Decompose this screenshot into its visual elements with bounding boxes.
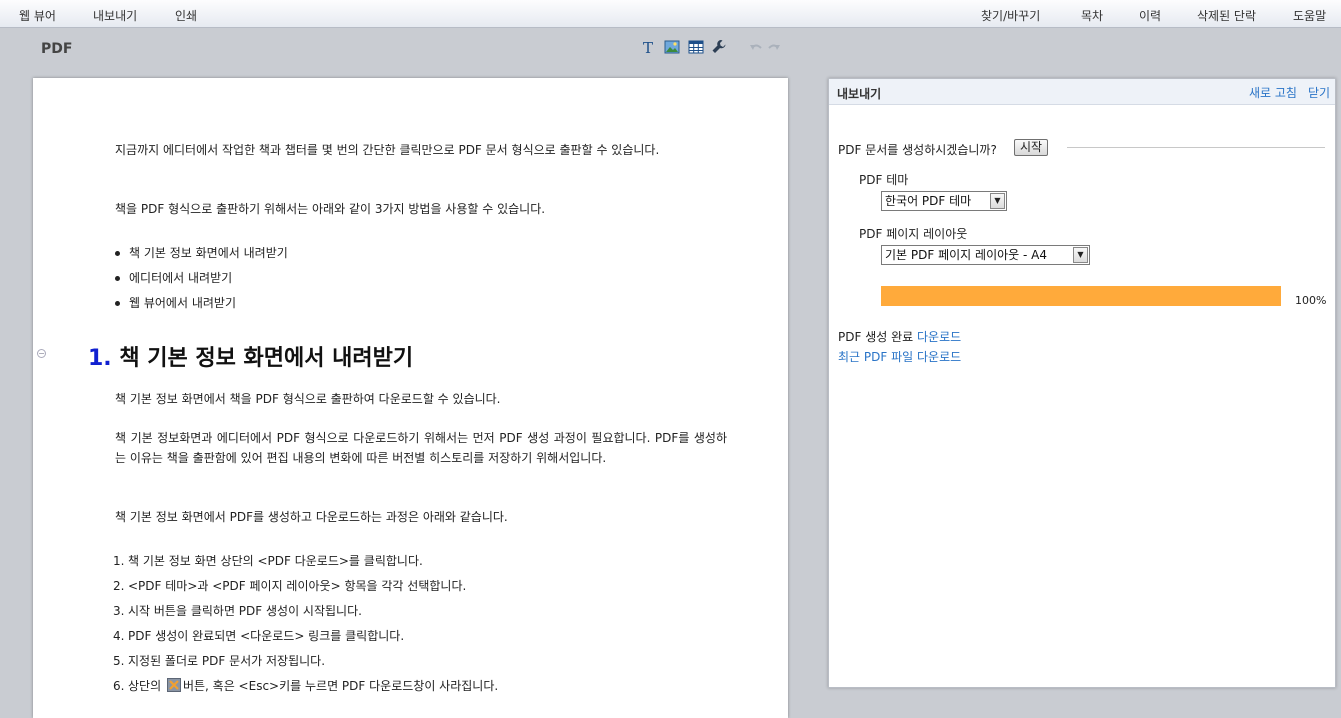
export-panel: 내보내기 새로 고침 닫기 PDF 문서를 생성하시겠습니까? 시작 PDF 테… [828, 78, 1336, 688]
table-icon[interactable] [688, 39, 704, 55]
intro-paragraph[interactable]: 지금까지 에디터에서 작업한 책과 챕터를 몇 번의 간단한 클릭만으로 PDF… [115, 140, 727, 160]
menu-web-viewer[interactable]: 웹 뷰어 [19, 7, 56, 24]
section-paragraph-1[interactable]: 책 기본 정보 화면에서 책을 PDF 형식으로 출판하여 다운로드할 수 있습… [115, 389, 727, 409]
list-item[interactable]: 5. 지정된 폴더로 PDF 문서가 저장됩니다. [113, 651, 733, 676]
redo-icon[interactable] [766, 39, 782, 55]
menu-find-replace[interactable]: 찾기/바꾸기 [981, 7, 1040, 24]
refresh-link[interactable]: 새로 고침 [1249, 84, 1297, 101]
image-icon[interactable] [664, 39, 680, 55]
menu-bar: 웹 뷰어 내보내기 인쇄 찾기/바꾸기 목차 이력 삭제된 단락 도움말 [0, 0, 1341, 28]
list-item[interactable]: 웹 뷰어에서 내려받기 [115, 293, 727, 318]
list-item[interactable]: 에디터에서 내려받기 [115, 268, 727, 293]
generation-done-text: PDF 생성 완료 [838, 330, 914, 344]
text-icon[interactable]: T [641, 39, 657, 57]
chevron-down-icon: ▼ [1073, 247, 1088, 263]
toolbar: PDF T [0, 29, 1341, 73]
export-panel-title: 내보내기 [837, 87, 882, 101]
menu-print[interactable]: 인쇄 [175, 7, 197, 24]
list-item[interactable]: 1. 책 기본 정보 화면 상단의 <PDF 다운로드>를 클릭합니다. [113, 551, 733, 576]
progress-percent: 100% [1295, 294, 1327, 307]
close-link[interactable]: 닫기 [1308, 84, 1330, 101]
chevron-down-icon: ▼ [990, 193, 1005, 209]
undo-icon[interactable] [748, 39, 764, 55]
collapse-toggle-icon[interactable]: − [37, 349, 46, 358]
download-link[interactable]: 다운로드 [917, 330, 961, 344]
menu-help[interactable]: 도움말 [1293, 7, 1326, 24]
steps-list: 1. 책 기본 정보 화면 상단의 <PDF 다운로드>를 클릭합니다. 2. <P… [113, 551, 733, 701]
section-heading[interactable]: 1. 책 기본 정보 화면에서 내려받기 [88, 340, 413, 372]
close-button-icon [166, 678, 181, 698]
list-item[interactable]: 6. 상단의 버튼, 혹은 <Esc>키를 누르면 PDF 다운로드창이 사라집니… [113, 676, 733, 701]
generation-status: PDF 생성 완료 다운로드 [838, 328, 961, 345]
menu-deleted-paragraphs[interactable]: 삭제된 단락 [1197, 7, 1256, 24]
section-paragraph-2[interactable]: 책 기본 정보화면과 에디터에서 PDF 형식으로 다운로드하기 위해서는 먼저… [115, 428, 727, 468]
svg-text:T: T [643, 39, 653, 55]
methods-list: 책 기본 정보 화면에서 내려받기 에디터에서 내려받기 웹 뷰어에서 내려받기 [115, 243, 727, 318]
document-page: 지금까지 에디터에서 작업한 책과 챕터를 몇 번의 간단한 클릭만으로 PDF… [33, 78, 788, 718]
theme-select-value: 한국어 PDF 테마 [885, 194, 972, 208]
menu-export[interactable]: 내보내기 [93, 7, 137, 24]
methods-intro-paragraph[interactable]: 책을 PDF 형식으로 출판하기 위해서는 아래와 같이 3가지 방법을 사용할… [115, 199, 727, 219]
theme-select[interactable]: 한국어 PDF 테마 ▼ [881, 191, 1007, 211]
theme-label: PDF 테마 [859, 173, 909, 187]
layout-label: PDF 페이지 레이아웃 [859, 227, 968, 241]
layout-select[interactable]: 기본 PDF 페이지 레이아웃 - A4 ▼ [881, 245, 1090, 265]
menu-toc[interactable]: 목차 [1081, 7, 1103, 24]
divider [1067, 147, 1325, 148]
recent-pdf-download-link[interactable]: 최근 PDF 파일 다운로드 [838, 348, 961, 365]
list-item[interactable]: 3. 시작 버튼을 클릭하면 PDF 생성이 시작됩니다. [113, 601, 733, 626]
section-heading-text: 책 기본 정보 화면에서 내려받기 [119, 346, 414, 371]
generate-question: PDF 문서를 생성하시겠습니까? [838, 143, 997, 157]
list-item[interactable]: 4. PDF 생성이 완료되면 <다운로드> 링크를 클릭합니다. [113, 626, 733, 651]
list-item[interactable]: 2. <PDF 테마>과 <PDF 페이지 레이아웃> 항목을 각각 선택합니다. [113, 576, 733, 601]
editor-title: PDF [41, 41, 73, 57]
wrench-icon[interactable] [711, 39, 727, 55]
start-button[interactable]: 시작 [1014, 139, 1049, 156]
menu-history[interactable]: 이력 [1139, 7, 1161, 24]
section-heading-number: 1. [88, 346, 112, 371]
progress-bar [881, 286, 1281, 306]
list-item[interactable]: 책 기본 정보 화면에서 내려받기 [115, 243, 727, 268]
section-paragraph-3[interactable]: 책 기본 정보 화면에서 PDF를 생성하고 다운로드하는 과정은 아래와 같습… [115, 507, 727, 527]
export-panel-header: 내보내기 새로 고침 닫기 [829, 79, 1335, 105]
layout-select-value: 기본 PDF 페이지 레이아웃 - A4 [885, 248, 1047, 262]
progress-bar-fill [881, 286, 1281, 306]
